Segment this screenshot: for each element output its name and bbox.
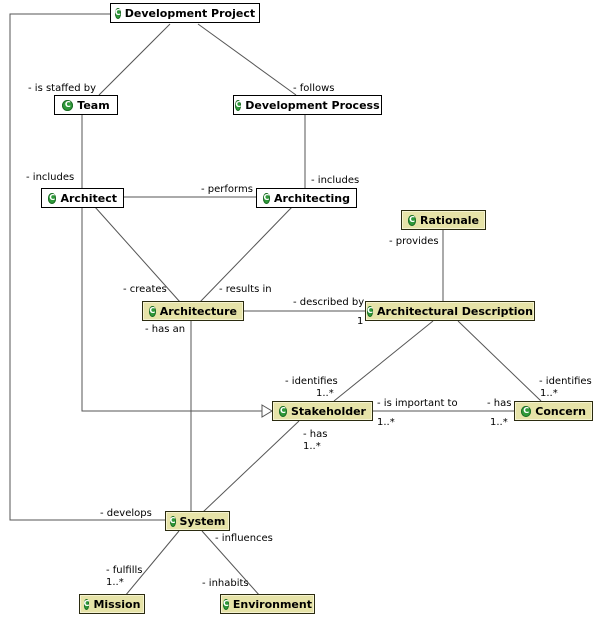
label-follows: - follows [293,83,335,94]
class-icon: C [223,598,229,610]
node-architecting[interactable]: C Architecting [256,188,357,208]
node-label: Architectural Description [376,304,533,318]
generalization-arrowhead [261,404,273,418]
node-architectural-description[interactable]: C Architectural Description [365,301,535,321]
label-provides: - provides [389,236,439,247]
node-label: Rationale [420,213,479,227]
class-icon: C [367,305,373,317]
class-icon: C [48,192,57,204]
node-development-process[interactable]: C Development Process [233,95,382,115]
class-icon: C [521,405,532,417]
node-label: Architect [60,191,117,205]
multiplicity-has-concern: 1..* [490,417,508,428]
label-performs: - performs [201,184,253,195]
node-label: Development Project [124,6,256,20]
node-rationale[interactable]: C Rationale [401,210,486,230]
class-icon: C [149,305,156,317]
label-has-an: - has an [145,324,186,335]
multiplicity-fulfills: 1..* [106,577,124,588]
label-includes-team: - includes [26,172,75,183]
edge-project-team [98,23,171,96]
label-identifies-concern: - identifies [539,376,592,387]
class-icon: C [279,405,287,417]
label-has-system: - has [303,429,328,440]
class-icon: C [408,214,417,226]
class-icon: C [235,99,242,111]
node-label: Architecting [273,191,350,205]
node-development-project[interactable]: C Development Project [110,3,260,23]
label-has-concern: - has [487,398,512,409]
label-is-important-to: - is important to [377,398,458,409]
label-inhabits: - inhabits [202,578,249,589]
node-system[interactable]: C System [165,511,230,531]
node-environment[interactable]: C Environment [220,594,315,614]
edge-project-process [197,23,297,96]
label-described-by: - described by [293,297,365,308]
node-mission[interactable]: C Mission [79,594,145,614]
node-label: System [179,514,226,528]
multiplicity-identifies-concern: 1..* [540,388,558,399]
node-label: Team [77,98,110,112]
node-architect[interactable]: C Architect [41,188,124,208]
node-label: Mission [93,597,141,611]
node-label: Development Process [245,98,380,112]
label-creates: - creates [123,284,167,295]
edge-stakeholder-system [202,420,300,513]
multiplicity-has-system: 1..* [303,441,321,452]
node-concern[interactable]: C Concern [514,401,593,421]
class-icon: C [83,598,90,610]
label-results-in: - results in [219,284,272,295]
label-influences: - influences [215,533,273,544]
node-team[interactable]: C Team [54,95,118,115]
node-architecture[interactable]: C Architecture [142,301,244,321]
node-stakeholder[interactable]: C Stakeholder [272,401,373,421]
node-label: Architecture [159,304,237,318]
class-icon: C [169,515,176,527]
node-label: Concern [535,404,586,418]
edge-description-concern [457,320,542,402]
node-label: Stakeholder [290,404,366,418]
label-identifies-stakeholder: - identifies [285,376,338,387]
edge-system-mission [124,530,180,597]
multiplicity-is-important-to: 1..* [377,417,395,428]
class-icon: C [62,99,74,111]
label-develops: - develops [100,508,152,519]
label-includes-process: - includes [311,175,360,186]
node-label: Environment [232,597,312,611]
multiplicity-identifies-stakeholder: 1..* [316,388,334,399]
label-is-staffed-by: - is staffed by [28,83,97,94]
multiplicity-described-by: 1 [357,316,364,327]
class-icon: C [263,192,270,204]
edge-description-stakeholder [333,320,434,402]
class-icon: C [114,7,121,19]
label-fulfills: - fulfills [106,565,143,576]
